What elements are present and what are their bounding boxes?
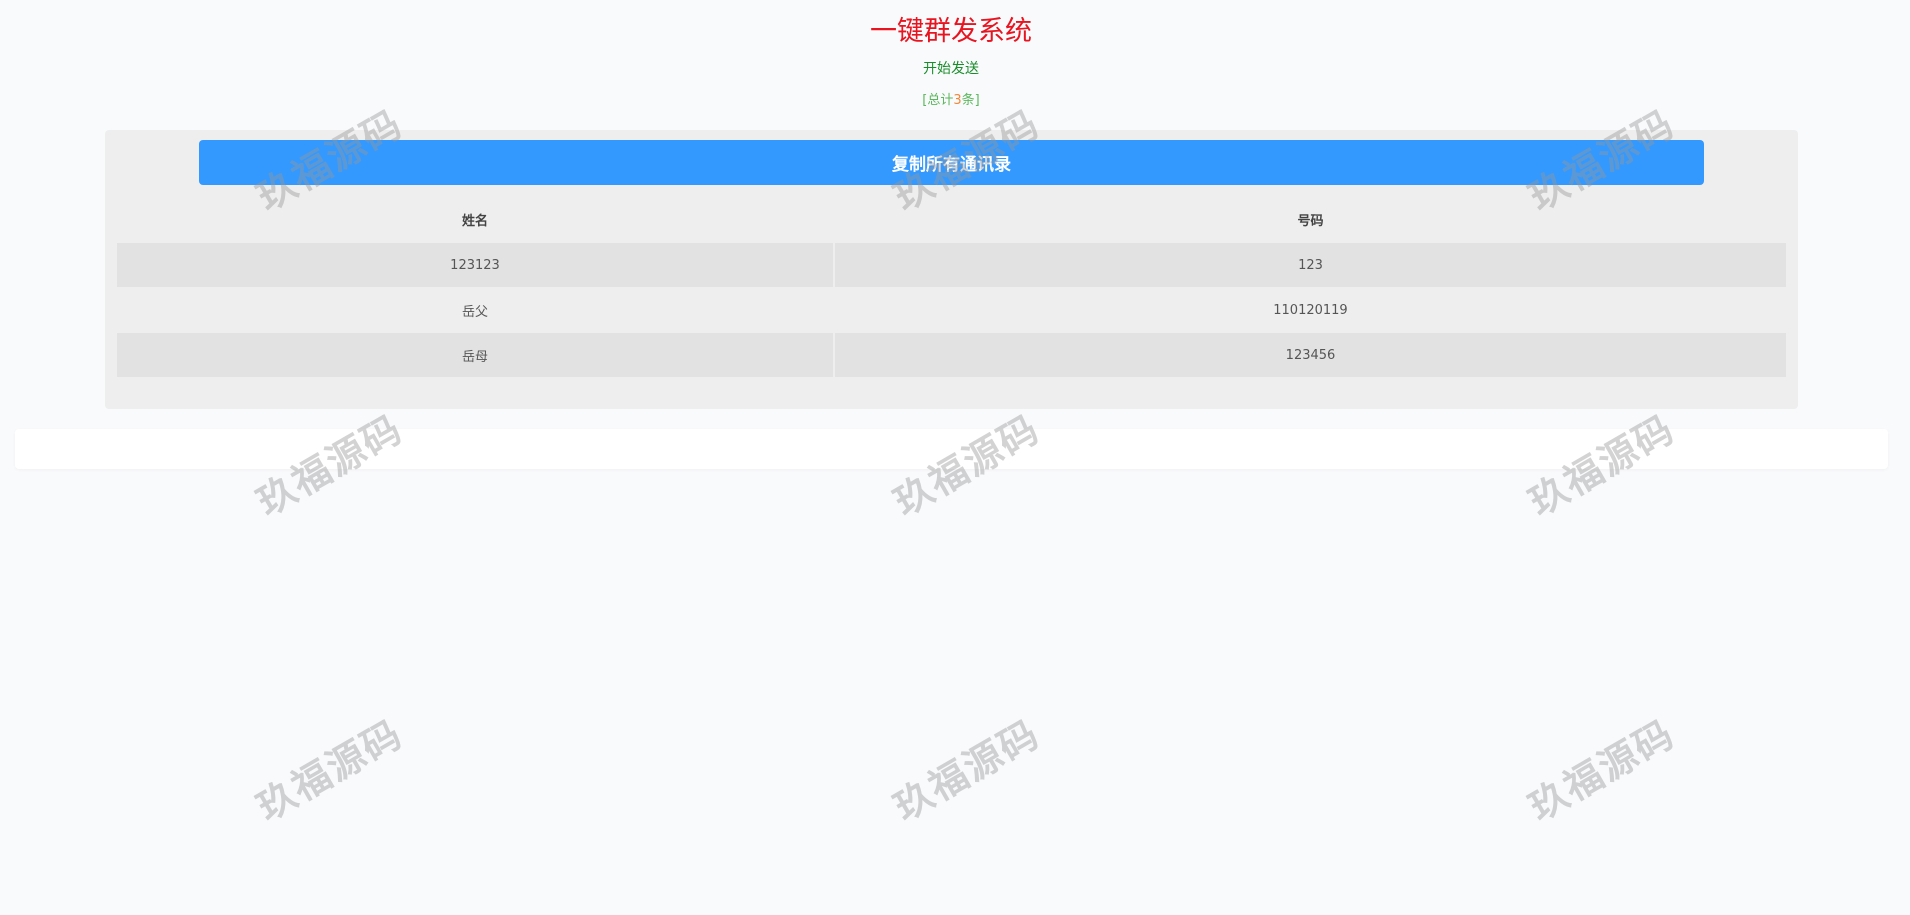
contacts-panel: 复制所有通讯录 姓名 号码 123123 123 岳父 110120119 岳母… — [105, 130, 1798, 409]
table-row: 岳母 123456 — [117, 333, 1786, 377]
contact-number-cell: 123 — [835, 243, 1786, 287]
table-row: 岳父 110120119 — [117, 288, 1786, 332]
table-header-row: 姓名 号码 — [117, 196, 1786, 242]
page-scrollbar[interactable] — [1902, 0, 1910, 915]
watermark: 玖福源码 — [249, 711, 411, 830]
copy-all-contacts-button[interactable]: 复制所有通讯录 — [199, 140, 1704, 185]
page-title: 一键群发系统 — [870, 16, 1032, 47]
empty-content-card — [15, 429, 1888, 469]
count-suffix: 条] — [961, 93, 980, 108]
contacts-table: 姓名 号码 123123 123 岳父 110120119 岳母 123456 — [117, 196, 1786, 378]
watermark: 玖福源码 — [886, 711, 1048, 830]
page-root: 一键群发系统 开始发送 [总计3条] 复制所有通讯录 姓名 号码 123123 … — [0, 0, 1910, 915]
table-row: 123123 123 — [117, 243, 1786, 287]
column-header-name: 姓名 — [461, 213, 488, 229]
contact-name-cell: 岳母 — [117, 333, 833, 377]
contact-number-cell: 110120119 — [1273, 302, 1348, 318]
column-header-number: 号码 — [1297, 213, 1324, 229]
watermark: 玖福源码 — [1521, 711, 1683, 830]
send-status: 开始发送 — [923, 61, 979, 77]
total-count: [总计3条] — [0, 91, 1902, 111]
count-value: 3 — [953, 93, 962, 108]
contact-name-cell: 岳父 — [461, 304, 488, 320]
contact-name-cell: 123123 — [117, 243, 833, 287]
contact-number-cell: 123456 — [835, 333, 1786, 377]
count-prefix: [总计 — [922, 93, 954, 108]
